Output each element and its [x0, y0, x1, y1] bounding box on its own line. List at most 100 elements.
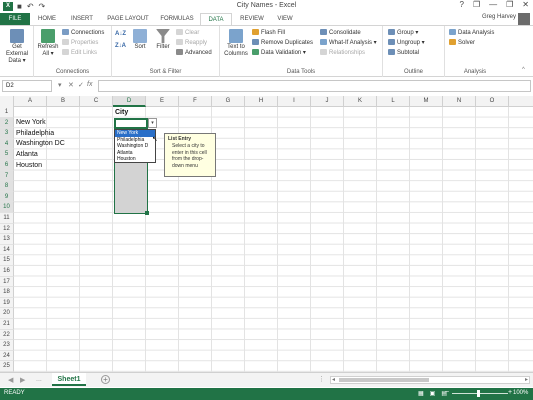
- row-header-25[interactable]: 25: [0, 361, 14, 372]
- close-icon[interactable]: ✕: [522, 0, 529, 9]
- column-header-n[interactable]: N: [443, 96, 476, 107]
- properties-button[interactable]: Properties: [62, 39, 98, 47]
- zoom-out-icon[interactable]: −: [445, 389, 449, 396]
- column-header-h[interactable]: H: [245, 96, 278, 107]
- cell-a5[interactable]: Atlanta: [16, 150, 38, 160]
- column-header-d[interactable]: D: [113, 96, 146, 107]
- sort-a-z-button[interactable]: A↓Z: [115, 30, 126, 38]
- column-header-g[interactable]: G: [212, 96, 245, 107]
- filter-button[interactable]: Filter: [152, 29, 174, 51]
- zoom-slider-knob[interactable]: [477, 390, 480, 397]
- ungroup-button[interactable]: Ungroup ▾: [388, 39, 425, 47]
- row-header-2[interactable]: 2: [0, 117, 14, 129]
- row-header-19[interactable]: 19: [0, 297, 14, 309]
- reapply-button[interactable]: Reapply: [176, 39, 207, 47]
- collapse-ribbon-icon[interactable]: ^: [522, 66, 525, 74]
- minimize-icon[interactable]: —: [489, 0, 497, 9]
- row-header-3[interactable]: 3: [0, 128, 14, 139]
- cancel-icon[interactable]: ✕: [68, 81, 74, 89]
- prev-sheet-icon[interactable]: ◀: [8, 376, 13, 384]
- row-header-10[interactable]: 10: [0, 202, 14, 213]
- row-header-5[interactable]: 5: [0, 149, 14, 160]
- zoom-in-icon[interactable]: +: [508, 389, 512, 396]
- row-header-7[interactable]: 7: [0, 170, 14, 182]
- row-header-9[interactable]: 9: [0, 191, 14, 203]
- row-header-16[interactable]: 16: [0, 266, 14, 277]
- row-header-4[interactable]: 4: [0, 138, 14, 150]
- scroll-right-icon[interactable]: ▸: [525, 376, 528, 383]
- remove-duplicates-button[interactable]: Remove Duplicates: [252, 39, 313, 47]
- add-sheet-icon[interactable]: +: [101, 375, 110, 384]
- tab-insert[interactable]: INSERT: [64, 13, 100, 25]
- restore-icon[interactable]: ❐: [506, 0, 513, 9]
- cell-area[interactable]: [14, 107, 533, 372]
- row-header-21[interactable]: 21: [0, 319, 14, 330]
- cell-a3[interactable]: Philadelphia: [16, 129, 54, 139]
- column-header-m[interactable]: M: [410, 96, 443, 107]
- select-all-corner[interactable]: [0, 96, 14, 107]
- relationships-button[interactable]: Relationships: [320, 49, 365, 57]
- fill-handle[interactable]: [145, 211, 149, 215]
- more-sheets-icon[interactable]: ...: [36, 376, 42, 383]
- validation-dropdown-list[interactable]: New York Philadelphia Washington D Atlan…: [114, 129, 156, 163]
- data-analysis-button[interactable]: Data Analysis: [449, 29, 494, 37]
- zoom-slider[interactable]: [452, 393, 508, 394]
- row-header-20[interactable]: 20: [0, 308, 14, 319]
- row-header-1[interactable]: 1: [0, 107, 14, 118]
- row-header-12[interactable]: 12: [0, 223, 14, 235]
- consolidate-button[interactable]: Consolidate: [320, 29, 361, 37]
- dropdown-item[interactable]: Houston: [115, 156, 155, 163]
- next-sheet-icon[interactable]: ▶: [20, 376, 25, 384]
- scroll-options-icon[interactable]: ⋮: [318, 375, 325, 383]
- connections-button[interactable]: Connections: [62, 29, 104, 37]
- row-header-6[interactable]: 6: [0, 160, 14, 171]
- column-header-e[interactable]: E: [146, 96, 179, 107]
- formula-input[interactable]: [98, 80, 531, 92]
- column-header-b[interactable]: B: [47, 96, 80, 107]
- help-icon[interactable]: ?: [460, 0, 464, 9]
- enter-icon[interactable]: ✓: [78, 81, 84, 89]
- row-header-17[interactable]: 17: [0, 276, 14, 288]
- column-header-k[interactable]: K: [344, 96, 377, 107]
- row-header-8[interactable]: 8: [0, 181, 14, 192]
- sort-button[interactable]: Sort: [130, 29, 150, 51]
- cell-a6[interactable]: Houston: [16, 161, 42, 171]
- row-header-14[interactable]: 14: [0, 244, 14, 256]
- column-header-i[interactable]: I: [278, 96, 311, 107]
- scroll-left-icon[interactable]: ◂: [332, 376, 335, 383]
- tab-file[interactable]: FILE: [0, 13, 30, 25]
- name-box-dropdown-icon[interactable]: ▾: [58, 81, 62, 89]
- cell-a4[interactable]: Washington DC: [16, 139, 65, 149]
- text-to-columns-button[interactable]: Text to Columns: [222, 29, 250, 58]
- tab-formulas[interactable]: FORMULAS: [156, 13, 198, 25]
- tab-review[interactable]: REVIEW: [234, 13, 270, 25]
- sort-z-a-button[interactable]: Z↓A: [115, 42, 126, 50]
- row-header-11[interactable]: 11: [0, 213, 14, 224]
- column-header-c[interactable]: C: [80, 96, 113, 107]
- avatar[interactable]: [518, 13, 530, 25]
- row-header-23[interactable]: 23: [0, 340, 14, 351]
- page-layout-icon[interactable]: ▣: [430, 390, 436, 397]
- group-button[interactable]: Group ▾: [388, 29, 418, 37]
- normal-view-icon[interactable]: ▦: [418, 390, 424, 397]
- scrollbar-thumb[interactable]: [339, 378, 429, 382]
- edit-links-button[interactable]: Edit Links: [62, 49, 97, 57]
- refresh-all-button[interactable]: Refresh All ▾: [36, 29, 60, 58]
- horizontal-scrollbar[interactable]: ◂ ▸: [330, 376, 530, 384]
- column-header-f[interactable]: F: [179, 96, 212, 107]
- row-header-13[interactable]: 13: [0, 234, 14, 245]
- active-cell[interactable]: [114, 118, 148, 129]
- tab-page-layout[interactable]: PAGE LAYOUT: [102, 13, 154, 25]
- advanced-button[interactable]: Advanced: [176, 49, 212, 57]
- clear-button[interactable]: Clear: [176, 29, 199, 37]
- zoom-level[interactable]: 100%: [513, 390, 528, 396]
- row-header-15[interactable]: 15: [0, 255, 14, 266]
- tab-view[interactable]: VIEW: [272, 13, 298, 25]
- get-external-data-button[interactable]: Get External Data ▾: [1, 29, 33, 65]
- sheet-tab-sheet1[interactable]: Sheet1: [52, 373, 86, 386]
- column-header-a[interactable]: A: [14, 96, 47, 107]
- column-header-l[interactable]: L: [377, 96, 410, 107]
- tab-home[interactable]: HOME: [32, 13, 62, 25]
- user-name[interactable]: Greg Harvey: [482, 14, 516, 20]
- flash-fill-button[interactable]: Flash Fill: [252, 29, 285, 37]
